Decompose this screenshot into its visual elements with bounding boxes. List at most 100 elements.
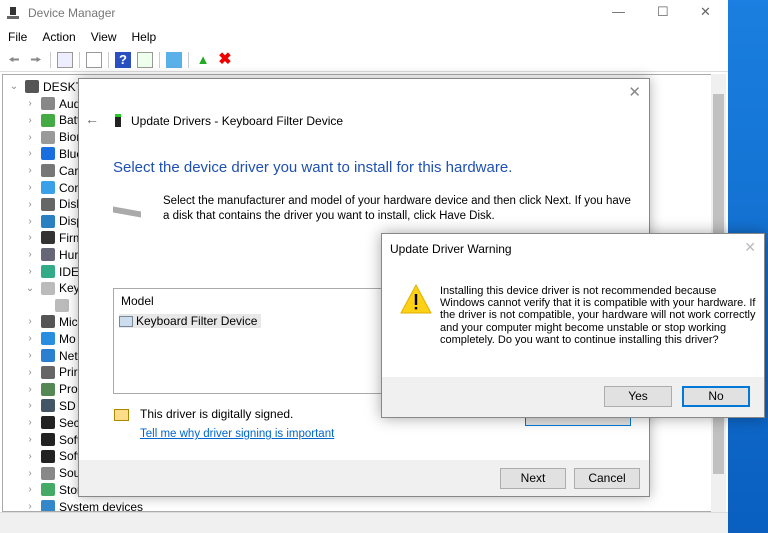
status-bar	[0, 512, 728, 533]
window-title: Device Manager	[28, 6, 116, 20]
tree-item[interactable]: ⌄ Key	[23, 280, 80, 297]
scan-hardware-icon[interactable]	[166, 51, 182, 68]
close-button[interactable]: ✕	[700, 4, 711, 20]
tree-item[interactable]	[37, 297, 73, 314]
tree-item-label: Mic	[59, 314, 78, 329]
chevron-right-icon[interactable]: ›	[23, 400, 37, 411]
chevron-right-icon[interactable]: ›	[23, 266, 37, 277]
tree-item-label: Car	[59, 163, 79, 178]
model-item[interactable]: Keyboard Filter Device	[119, 314, 262, 328]
tree-item[interactable]: › Disp	[23, 213, 83, 230]
help-icon[interactable]: ?	[115, 51, 131, 68]
back-arrow-icon[interactable]: ←	[85, 111, 99, 127]
menu-view[interactable]: View	[91, 30, 117, 44]
tree-item[interactable]: › Pro	[23, 381, 77, 398]
no-button[interactable]: No	[682, 386, 750, 407]
device-category-icon	[41, 197, 55, 211]
close-icon[interactable]: ✕	[744, 239, 756, 256]
action-pane-icon[interactable]	[137, 51, 153, 68]
tree-item[interactable]: › IDE	[23, 263, 79, 280]
yes-button[interactable]: Yes	[604, 386, 672, 407]
chevron-down-icon[interactable]: ⌄	[23, 283, 37, 294]
back-icon[interactable]: 🠘	[6, 52, 22, 68]
warning-footer: Yes No	[382, 377, 764, 417]
menu-help[interactable]: Help	[132, 30, 157, 44]
chevron-right-icon[interactable]: ›	[23, 350, 37, 361]
tree-item[interactable]: › Net	[23, 347, 77, 364]
chevron-right-icon[interactable]: ›	[23, 367, 37, 378]
certificate-icon	[114, 409, 129, 421]
device-category-icon	[41, 113, 55, 127]
tree-item[interactable]: › SD I	[23, 397, 82, 414]
device-category-icon	[41, 130, 55, 144]
chevron-right-icon[interactable]: ›	[23, 451, 37, 462]
tree-item[interactable]: › Prir	[23, 364, 77, 381]
show-hide-console-tree-icon[interactable]	[57, 51, 73, 68]
properties-icon[interactable]	[86, 51, 102, 68]
computer-icon	[25, 80, 39, 93]
chevron-right-icon[interactable]: ›	[23, 417, 37, 428]
tree-item[interactable]: › Hur	[23, 246, 78, 263]
tree-item[interactable]: › Cor	[23, 179, 78, 196]
chevron-right-icon[interactable]: ›	[23, 316, 37, 327]
separator	[79, 51, 80, 68]
dialog-heading: Select the device driver you want to ins…	[113, 159, 513, 176]
chevron-right-icon[interactable]: ›	[23, 232, 37, 243]
device-category-icon	[41, 433, 55, 446]
device-category-icon	[41, 332, 55, 346]
tree-item[interactable]: › Firm	[23, 229, 83, 246]
tree-item[interactable]: › Mo	[23, 330, 76, 347]
chevron-right-icon[interactable]: ›	[23, 115, 37, 126]
tree-item[interactable]: › Car	[23, 162, 78, 179]
device-category-icon	[41, 231, 55, 245]
chevron-right-icon[interactable]: ›	[23, 216, 37, 227]
forward-icon[interactable]: 🠚	[28, 52, 44, 68]
chevron-right-icon[interactable]: ›	[23, 199, 37, 210]
close-icon[interactable]: ✕	[628, 83, 641, 101]
tree-item-label: Sec	[59, 415, 80, 430]
tree-item[interactable]: › Aud	[23, 95, 80, 112]
device-category-icon	[41, 164, 55, 178]
uninstall-icon[interactable]: ✖	[217, 51, 233, 68]
tree-item[interactable]: › Blue	[23, 145, 83, 162]
chevron-right-icon[interactable]: ›	[23, 434, 37, 445]
tree-item[interactable]: › System devices	[23, 498, 144, 512]
tree-item[interactable]: › Bior	[23, 129, 80, 146]
chevron-right-icon[interactable]: ›	[23, 333, 37, 344]
chevron-right-icon[interactable]: ›	[23, 165, 37, 176]
cancel-button[interactable]: Cancel	[574, 468, 640, 489]
device-category-icon	[41, 97, 55, 110]
tree-item[interactable]: › Stor	[23, 481, 81, 498]
next-button[interactable]: Next	[500, 468, 566, 489]
signed-text: This driver is digitally signed.	[140, 407, 294, 421]
maximize-button[interactable]: ☐	[657, 4, 669, 20]
model-item-label: Keyboard Filter Device	[136, 314, 258, 328]
menu-file[interactable]: File	[8, 30, 27, 44]
tree-item[interactable]: › Soft	[23, 448, 80, 465]
tree-item-label: Cor	[59, 180, 79, 195]
tree-item[interactable]: › Soft	[23, 431, 80, 448]
chevron-right-icon[interactable]: ›	[23, 384, 37, 395]
tree-item-label: System devices	[59, 499, 144, 512]
update-driver-icon[interactable]: ▲	[195, 52, 211, 68]
warning-icon	[400, 284, 432, 314]
chevron-right-icon[interactable]: ›	[23, 148, 37, 159]
tree-item[interactable]: › Disk	[23, 196, 82, 213]
tree-item[interactable]: › Sec	[23, 414, 80, 431]
tree-item[interactable]: › Sou	[23, 465, 80, 482]
menu-bar: File Action View Help	[0, 26, 728, 48]
minimize-button[interactable]: —	[612, 4, 625, 19]
driver-signing-link[interactable]: Tell me why driver signing is important	[140, 428, 334, 440]
chevron-right-icon[interactable]: ›	[23, 501, 37, 511]
tree-item[interactable]: › Batt	[23, 112, 80, 129]
chevron-right-icon[interactable]: ›	[23, 249, 37, 260]
chevron-right-icon[interactable]: ›	[23, 468, 37, 479]
chevron-right-icon[interactable]: ›	[23, 98, 37, 109]
chevron-down-icon[interactable]: ⌄	[7, 81, 21, 92]
tree-item[interactable]: › Mic	[23, 313, 78, 330]
menu-action[interactable]: Action	[42, 30, 75, 44]
chevron-right-icon[interactable]: ›	[23, 182, 37, 193]
tree-item-label: Mo	[59, 331, 76, 346]
chevron-right-icon[interactable]: ›	[23, 484, 37, 495]
chevron-right-icon[interactable]: ›	[23, 132, 37, 143]
